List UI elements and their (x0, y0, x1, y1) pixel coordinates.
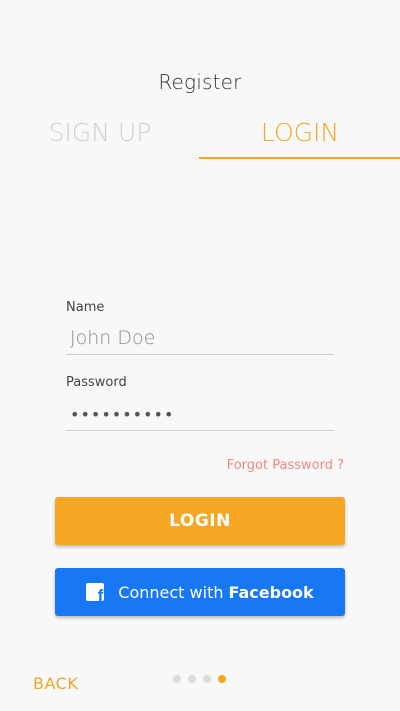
password-input[interactable] (66, 398, 334, 431)
forgot-password-link[interactable]: Forgot Password ? (227, 458, 344, 473)
back-button[interactable]: BACK (33, 674, 78, 693)
login-button[interactable]: LOGIN (55, 497, 345, 545)
page-title: Register (158, 70, 242, 94)
name-label: Name (66, 300, 105, 315)
name-input[interactable] (66, 322, 334, 355)
active-tab-indicator (199, 157, 400, 159)
facebook-icon: f (86, 583, 105, 601)
page-dot (173, 675, 181, 683)
facebook-button-prefix: Connect with (118, 582, 224, 602)
login-button-label: LOGIN (169, 511, 231, 531)
facebook-button-brand: Facebook (228, 582, 314, 602)
facebook-connect-button[interactable]: f Connect with Facebook (55, 568, 345, 616)
password-label: Password (66, 375, 127, 390)
page-dot (188, 675, 196, 683)
page-indicator (173, 675, 226, 683)
tab-sign-up[interactable]: SIGN UP (0, 118, 200, 147)
page-dot (203, 675, 211, 683)
tab-login[interactable]: LOGIN (200, 118, 400, 147)
page-dot-active (218, 675, 226, 683)
